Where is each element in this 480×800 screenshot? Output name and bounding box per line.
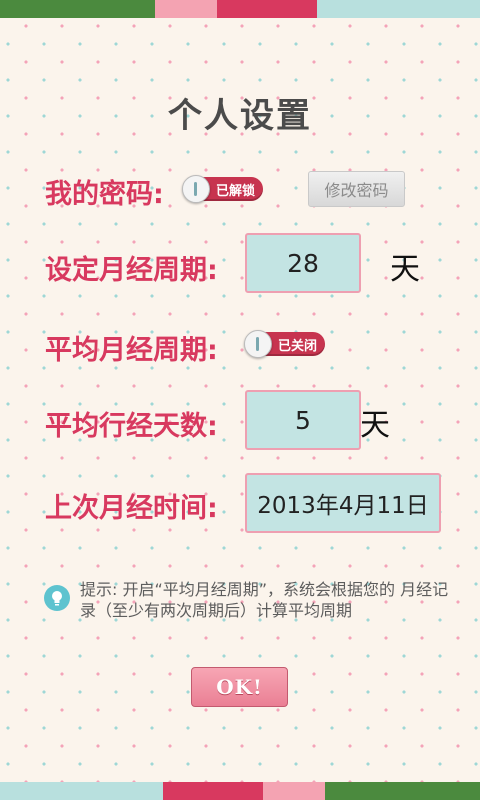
last-period-date-input[interactable]: 2013年4月11日 [245,473,441,533]
ok-button[interactable]: OK! [191,667,288,707]
avg-cycle-label: 平均月经周期: [45,335,218,366]
cycle-unit: 天 [390,252,420,287]
page-title: 个人设置 [168,96,312,136]
toggle-knob-icon [182,175,210,203]
cycle-label: 设定月经周期: [45,255,218,286]
avg-cycle-toggle-text: 已关闭 [278,338,318,354]
cycle-length-input[interactable]: 28 [245,233,361,293]
period-days-unit: 天 [360,408,390,443]
bottom-stripe [0,782,480,800]
password-lock-toggle[interactable]: 已解锁 [182,175,264,203]
tip-text: 提示: 开启“平均月经周期”，系统会根据您的 月经记录（至少有两次周期后）计算平… [80,580,449,620]
toggle-knob-icon [244,330,272,358]
last-period-label: 上次月经时间: [45,493,218,524]
top-stripe [0,0,480,18]
avg-cycle-toggle[interactable]: 已关闭 [244,330,326,358]
change-password-button[interactable]: 修改密码 [308,171,405,207]
password-toggle-text: 已解锁 [216,183,256,199]
period-days-label: 平均行经天数: [45,411,218,442]
password-label: 我的密码: [45,179,164,210]
period-days-input[interactable]: 5 [245,390,361,450]
lightbulb-icon [44,585,70,611]
